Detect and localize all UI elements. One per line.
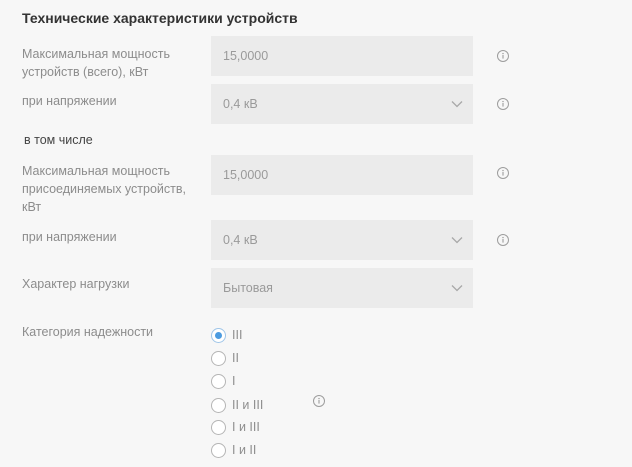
radio-button[interactable] [211,442,226,458]
load-type-value: Бытовая [223,281,273,295]
max-power-connected-input[interactable]: 15,0000 [211,155,473,195]
radio-option-iii[interactable]: III [211,326,242,344]
radio-button[interactable] [211,373,226,389]
reliability-label: Категория надежности [22,325,154,339]
voltage-total-select[interactable]: 0,4 кВ [211,84,473,124]
radio-option-i[interactable]: I [211,372,235,390]
load-type-select[interactable]: Бытовая [211,268,473,308]
radio-button[interactable] [211,350,226,366]
max-power-connected-label: Максимальная мощность присоединяемых уст… [22,164,186,214]
including-heading: в том числе [24,133,93,147]
radio-option-i-iii[interactable]: I и III [211,418,260,436]
radio-button-checked[interactable] [211,327,226,343]
chevron-down-icon [441,220,473,260]
radio-button[interactable] [211,397,226,413]
chevron-down-icon [441,84,473,124]
voltage-connected-label: при напряжении [22,230,117,244]
info-icon[interactable] [497,50,509,62]
chevron-down-icon [441,268,473,308]
voltage-connected-select[interactable]: 0,4 кВ [211,220,473,260]
radio-label: I и II [232,443,257,457]
max-power-total-label: Максимальная мощность устройств (всего),… [22,47,170,79]
radio-option-ii-iii[interactable]: II и III [211,396,263,414]
load-type-label: Характер нагрузки [22,277,130,291]
section-title: Технические характеристики устройств [22,10,298,26]
info-icon[interactable] [313,395,325,407]
voltage-total-label: при напряжении [22,94,117,108]
max-power-total-value: 15,0000 [223,49,269,63]
info-icon[interactable] [497,98,509,110]
max-power-connected-value: 15,0000 [223,168,269,182]
voltage-total-value: 0,4 кВ [223,97,258,111]
radio-button[interactable] [211,419,226,435]
radio-label: II и III [232,398,264,412]
radio-option-ii[interactable]: II [211,349,239,367]
radio-option-i-ii[interactable]: I и II [211,441,256,459]
radio-label: III [232,328,243,342]
info-icon[interactable] [497,167,509,179]
radio-label: II [232,351,239,365]
radio-label: I [232,374,236,388]
max-power-total-input[interactable]: 15,0000 [211,36,473,76]
radio-label: I и III [232,420,260,434]
info-icon[interactable] [497,234,509,246]
voltage-connected-value: 0,4 кВ [223,233,258,247]
